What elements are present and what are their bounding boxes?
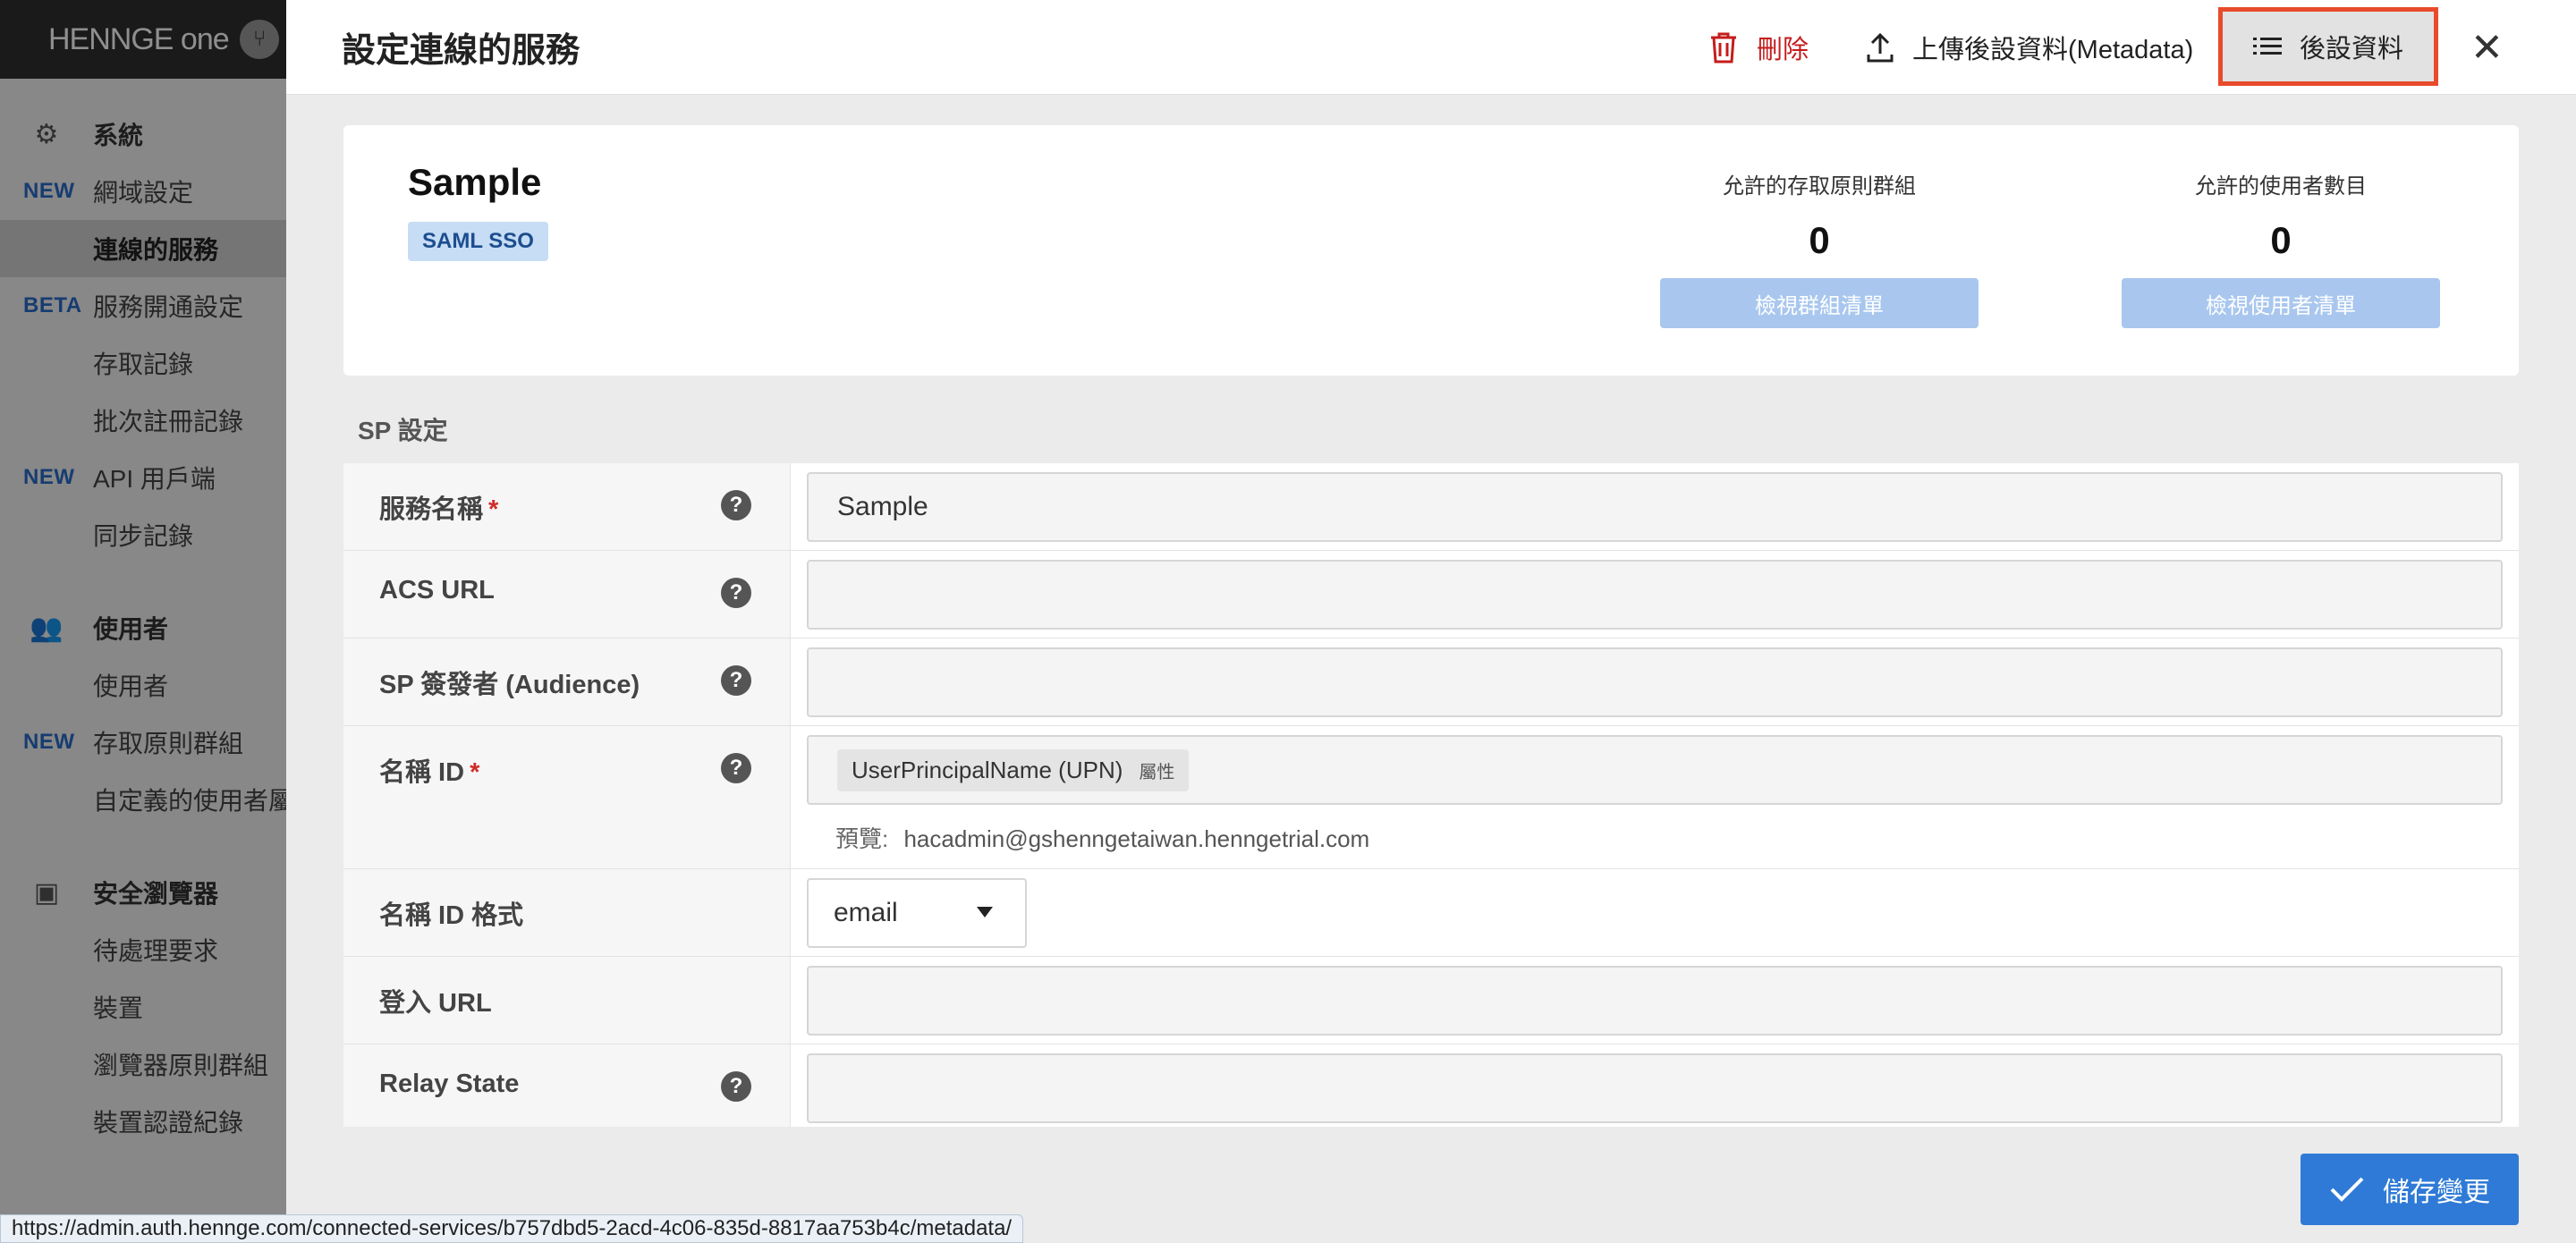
preview-label: 預覽: [835,825,889,852]
select-value: email [834,898,898,927]
field-label: 名稱 ID 格式 [379,901,524,930]
sp-settings-heading: SP 設定 [358,417,448,444]
field-cell [791,1044,2519,1127]
field-cell [791,957,2519,1044]
field-label-cell: 名稱 ID 格式 [343,869,791,956]
stat-value: 0 [1809,219,1830,261]
field-label: Relay State [379,1070,520,1098]
upload-metadata-button[interactable]: 上傳後設資料(Metadata) [1866,0,2193,95]
service-summary-card: Sample SAML SSO 允許的存取原則群組 0 檢視群組清單 允許的使用… [343,125,2519,376]
page-title: 設定連線的服務 [342,32,580,70]
field-label: ACS URL [379,576,495,605]
form-row-login-url: 登入 URL [343,957,2519,1044]
audience-input[interactable] [807,647,2503,717]
delete-label: 刪除 [1757,36,1809,64]
metadata-label: 後設資料 [2299,35,2403,63]
required-mark: * [470,758,480,787]
preview-value: hacadmin@gshenngetaiwan.henngetrial.com [903,825,1370,852]
field-label: SP 簽發者 (Audience) [379,671,640,699]
view-users-button[interactable]: 檢視使用者清單 [2122,278,2440,328]
delete-button[interactable]: 刪除 [1708,0,1809,95]
field-cell: email [791,869,2519,956]
field-label: 名稱 ID * [379,758,480,787]
attribute-chip[interactable]: UserPrincipalName (UPN) 屬性 [837,748,1190,791]
field-cell: UserPrincipalName (UPN) 屬性 預覽: hacadmin@… [791,726,2519,868]
name-id-format-select[interactable]: email [807,878,1027,948]
allowed-groups-stat: 允許的存取原則群組 0 檢視群組清單 [1660,168,1979,328]
help-icon[interactable]: ? [721,578,751,608]
close-icon: ✕ [2470,25,2504,70]
login-url-input[interactable] [807,966,2503,1036]
form-row-name-id-format: 名稱 ID 格式 email [343,869,2519,957]
metadata-button[interactable]: 後設資料 [2218,7,2438,86]
field-cell [791,638,2519,725]
chip-label: UserPrincipalName (UPN) [852,756,1123,783]
stat-value: 0 [2270,219,2292,261]
upload-metadata-label: 上傳後設資料(Metadata) [1912,36,2194,64]
field-label-cell: 名稱 ID * ? [343,726,791,868]
help-icon[interactable]: ? [721,753,751,783]
relay-state-input[interactable] [807,1053,2503,1123]
field-label-cell: ACS URL ? [343,551,791,638]
close-button[interactable]: ✕ [2470,0,2504,95]
field-label: 登入 URL [379,989,492,1018]
caret-down-icon [977,907,993,917]
help-icon[interactable]: ? [721,665,751,696]
allowed-users-stat: 允許的使用者數目 0 檢視使用者清單 [2122,168,2440,328]
stat-label: 允許的存取原則群組 [1723,174,1916,199]
help-icon[interactable]: ? [721,1071,751,1102]
view-groups-button[interactable]: 檢視群組清單 [1660,278,1979,328]
required-mark: * [488,495,499,524]
form-row-relay-state: Relay State ? [343,1044,2519,1127]
save-label: 儲存變更 [2383,1178,2490,1207]
form-row-service-name: 服務名稱 * ? Sample [343,463,2519,551]
name-id-preview: 預覽: hacadmin@gshenngetaiwan.henngetrial.… [835,821,1369,854]
form-row-acs-url: ACS URL ? [343,551,2519,638]
field-cell [791,551,2519,638]
upload-icon [1867,32,1894,63]
list-icon [2252,38,2282,55]
panel-header: 設定連線的服務 刪除 上傳後設資料(Metadata) 後設資料 ✕ [286,0,2576,95]
field-label-cell: 登入 URL [343,957,791,1044]
field-cell: Sample [791,463,2519,550]
stat-label: 允許的使用者數目 [2195,174,2367,199]
save-changes-button[interactable]: 儲存變更 [2301,1154,2519,1225]
connected-service-panel: 設定連線的服務 刪除 上傳後設資料(Metadata) 後設資料 ✕ Sampl… [286,0,2576,1243]
chip-type: 屬性 [1139,762,1175,782]
name-id-input[interactable]: UserPrincipalName (UPN) 屬性 [807,735,2503,805]
help-icon[interactable]: ? [721,490,751,520]
trash-icon [1711,32,1736,63]
sso-type-badge: SAML SSO [408,222,548,261]
browser-status-url: https://admin.auth.hennge.com/connected-… [0,1214,1024,1243]
form-row-name-id: 名稱 ID * ? UserPrincipalName (UPN) 屬性 預覽: … [343,726,2519,869]
service-name-input[interactable]: Sample [807,472,2503,542]
field-label-cell: SP 簽發者 (Audience) ? [343,638,791,725]
form-row-audience: SP 簽發者 (Audience) ? [343,638,2519,726]
field-label-cell: Relay State ? [343,1044,791,1127]
sp-settings-form: 服務名稱 * ? Sample ACS URL ? SP 簽發者 (Audienc… [343,463,2519,1127]
service-name: Sample [408,161,542,203]
field-label: 服務名稱 * [379,495,499,524]
acs-url-input[interactable] [807,560,2503,630]
check-icon [2330,1177,2364,1202]
modal-backdrop[interactable] [0,0,322,1243]
field-label-cell: 服務名稱 * ? [343,463,791,550]
